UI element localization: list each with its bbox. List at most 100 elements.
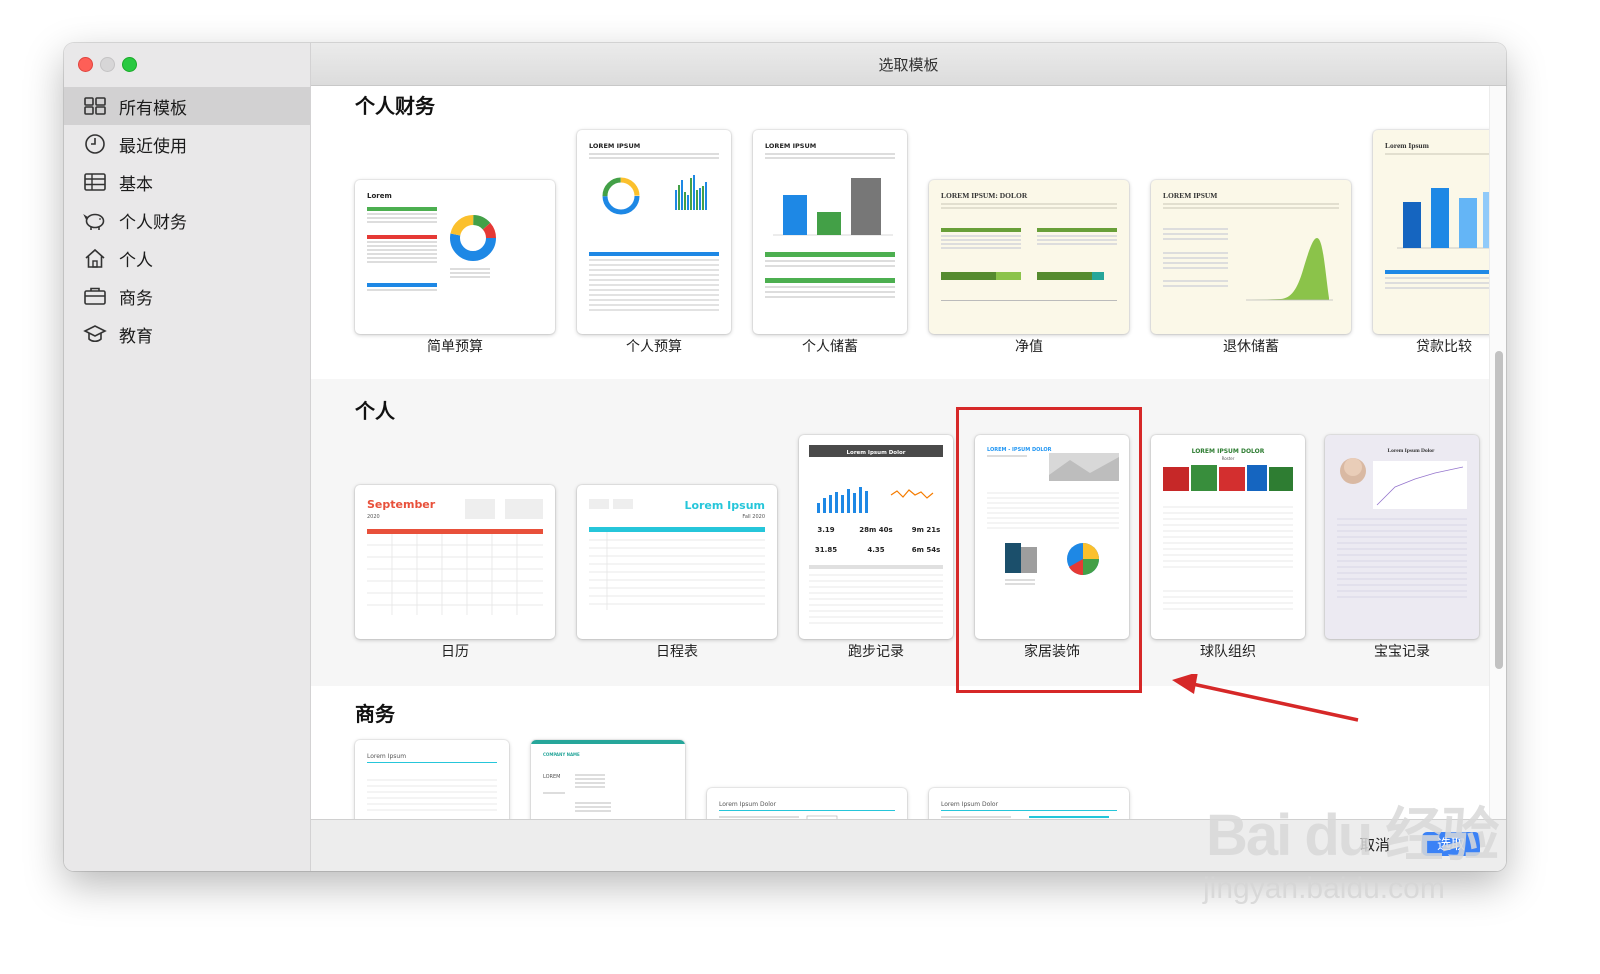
- template-loan-comparison[interactable]: Lorem Ipsum 贷款比较: [1373, 128, 1490, 356]
- grid-icon: [82, 95, 108, 117]
- template-simple-budget[interactable]: Lorem 简单预算: [355, 178, 555, 356]
- template-label: 净值: [1015, 339, 1043, 355]
- template-thumbnail: Lorem Ipsum: [355, 740, 509, 820]
- section-title: 个人财务: [355, 94, 435, 118]
- template-thumbnail: LOREM IPSUM: DOLOR: [929, 180, 1129, 334]
- sidebar-item-business[interactable]: 商务: [64, 277, 310, 315]
- highlight-box: [956, 407, 1142, 693]
- sidebar-item-education[interactable]: 教育: [64, 315, 310, 353]
- sidebar-item-recent[interactable]: 最近使用: [64, 125, 310, 163]
- template-label: 日程表: [656, 644, 698, 660]
- template-thumbnail: LOREM IPSUM: [1151, 180, 1351, 334]
- template-label: 简单预算: [427, 339, 483, 355]
- template-thumbnail: Lorem Ipsum: [1373, 130, 1490, 334]
- piggy-bank-icon: [82, 209, 108, 231]
- template-team-roster[interactable]: LOREM IPSUM DOLOR Roster 球队组织: [1151, 433, 1305, 661]
- template-label: 个人储蓄: [802, 339, 858, 355]
- thumb-title: COMPANY NAME: [543, 752, 580, 757]
- thumb-stat: 6m 54s: [912, 546, 941, 554]
- thumb-title: LOREM IPSUM: DOLOR: [941, 191, 1028, 200]
- arrow-annotation-icon: [1172, 674, 1359, 722]
- template-thumbnail: LOREM IPSUM: [753, 130, 907, 334]
- sidebar-item-label: 商务: [119, 288, 153, 309]
- thumb-stat: 28m 40s: [859, 526, 892, 534]
- house-icon: [82, 247, 108, 269]
- thumb-stat: 9m 21s: [912, 526, 941, 534]
- watermark: Bai du 经验 jingyan.baidu.com: [1200, 780, 1500, 930]
- watermark-url: jingyan.baidu.com: [1203, 872, 1445, 905]
- sidebar-item-label: 教育: [119, 326, 153, 347]
- graduation-cap-icon: [82, 323, 108, 345]
- template-schedule[interactable]: Lorem Ipsum Fall 2020 日程表: [577, 483, 777, 661]
- template-business-3[interactable]: Lorem Ipsum Dolor: [707, 788, 907, 820]
- template-thumbnail: COMPANY NAME LOREM: [531, 740, 685, 820]
- clock-icon: [82, 133, 108, 155]
- sidebar: 所有模板 最近使用 基本 个人财务 个人 商务 教育: [64, 43, 311, 871]
- sidebar-item-label: 最近使用: [119, 136, 187, 157]
- section-title: 商务: [355, 702, 395, 726]
- template-business-4[interactable]: Lorem Ipsum Dolor: [929, 788, 1129, 820]
- vertical-scrollbar[interactable]: [1489, 86, 1506, 820]
- sidebar-item-label: 个人: [119, 250, 153, 271]
- template-thumbnail: Lorem Ipsum Dolor: [1325, 435, 1479, 639]
- template-thumbnail: September 2020: [355, 485, 555, 639]
- zoom-window-button[interactable]: [122, 57, 137, 72]
- scrollbar-thumb[interactable]: [1495, 351, 1503, 669]
- watermark-logo: Bai du 经验: [1206, 803, 1499, 868]
- template-personal-savings[interactable]: LOREM IPSUM 个人储蓄: [753, 128, 907, 356]
- template-thumbnail: Lorem Ipsum Dolor: [929, 788, 1129, 820]
- thumb-title: LOREM IPSUM: [1163, 191, 1217, 200]
- window-title: 选取模板: [311, 43, 1506, 86]
- thumb-subtitle: Fall 2020: [742, 514, 765, 520]
- template-label: 退休储蓄: [1223, 339, 1279, 355]
- template-business-1[interactable]: Lorem Ipsum: [355, 740, 509, 820]
- sidebar-item-label: 所有模板: [119, 98, 187, 119]
- section-title: 个人: [355, 399, 395, 423]
- thumb-title: Lorem Ipsum Dolor: [1388, 448, 1436, 454]
- template-thumbnail: Lorem Ipsum Dolor 3.19 28m 40s 9m 21s 31…: [799, 435, 953, 639]
- template-chooser-window: 所有模板 最近使用 基本 个人财务 个人 商务 教育 选取模板 个人财务 Lor…: [64, 43, 1506, 871]
- thumb-stat: 4.35: [867, 546, 884, 554]
- thumb-title: Lorem Ipsum Dolor: [847, 450, 906, 456]
- template-label: 个人预算: [626, 339, 682, 355]
- thumb-title: LOREM IPSUM: [765, 142, 816, 150]
- template-label: 宝宝记录: [1374, 644, 1430, 660]
- sidebar-list: 所有模板 最近使用 基本 个人财务 个人 商务 教育: [64, 87, 310, 353]
- template-thumbnail: Lorem Ipsum Fall 2020: [577, 485, 777, 639]
- sidebar-item-all-templates[interactable]: 所有模板: [64, 87, 310, 125]
- table-icon: [82, 171, 108, 193]
- template-thumbnail: Lorem Ipsum Dolor: [707, 788, 907, 820]
- template-label: 跑步记录: [848, 644, 904, 660]
- template-label: 球队组织: [1200, 644, 1256, 660]
- thumb-title: September: [367, 498, 436, 511]
- template-personal-budget[interactable]: LOREM IPSUM 个人预算: [577, 128, 731, 356]
- briefcase-icon: [82, 285, 108, 307]
- sidebar-item-label: 基本: [119, 174, 153, 195]
- template-net-worth[interactable]: LOREM IPSUM: DOLOR 净值: [929, 178, 1129, 356]
- template-retirement-savings[interactable]: LOREM IPSUM 退休储蓄: [1151, 178, 1351, 356]
- thumb-title: Lorem Ipsum: [367, 753, 406, 760]
- thumb-title: Lorem Ipsum Dolor: [941, 801, 999, 808]
- template-label: 日历: [441, 644, 469, 660]
- section-personal-finance: 个人财务 Lorem 简单预算 LOREM IPSUM 个人预算 LOREM I…: [311, 86, 1490, 379]
- thumb-subtitle: 2020: [367, 514, 380, 520]
- template-calendar[interactable]: September 2020 日历: [355, 483, 555, 661]
- sidebar-item-basic[interactable]: 基本: [64, 163, 310, 201]
- template-thumbnail: LOREM IPSUM: [577, 130, 731, 334]
- template-business-2[interactable]: COMPANY NAME LOREM: [531, 740, 685, 820]
- main-panel: 选取模板 个人财务 Lorem 简单预算 LOREM IPSUM 个人预算 LO…: [311, 43, 1506, 871]
- template-running-log[interactable]: Lorem Ipsum Dolor 3.19 28m 40s 9m 21s 31…: [799, 433, 953, 661]
- thumb-title: Lorem Ipsum: [684, 499, 765, 512]
- thumb-stat: 31.85: [815, 546, 837, 554]
- thumb-subtitle: Roster: [1222, 456, 1235, 461]
- thumb-title: LOREM IPSUM DOLOR: [1192, 448, 1265, 455]
- minimize-window-button[interactable]: [100, 57, 115, 72]
- sidebar-item-personal-finance[interactable]: 个人财务: [64, 201, 310, 239]
- template-thumbnail: Lorem: [355, 180, 555, 334]
- sidebar-item-personal[interactable]: 个人: [64, 239, 310, 277]
- thumb-title: Lorem: [367, 192, 392, 200]
- thumb-title: Lorem Ipsum Dolor: [719, 801, 777, 808]
- template-label: 贷款比较: [1416, 339, 1472, 355]
- close-window-button[interactable]: [78, 57, 93, 72]
- template-baby-record[interactable]: Lorem Ipsum Dolor 宝宝记录: [1325, 433, 1479, 661]
